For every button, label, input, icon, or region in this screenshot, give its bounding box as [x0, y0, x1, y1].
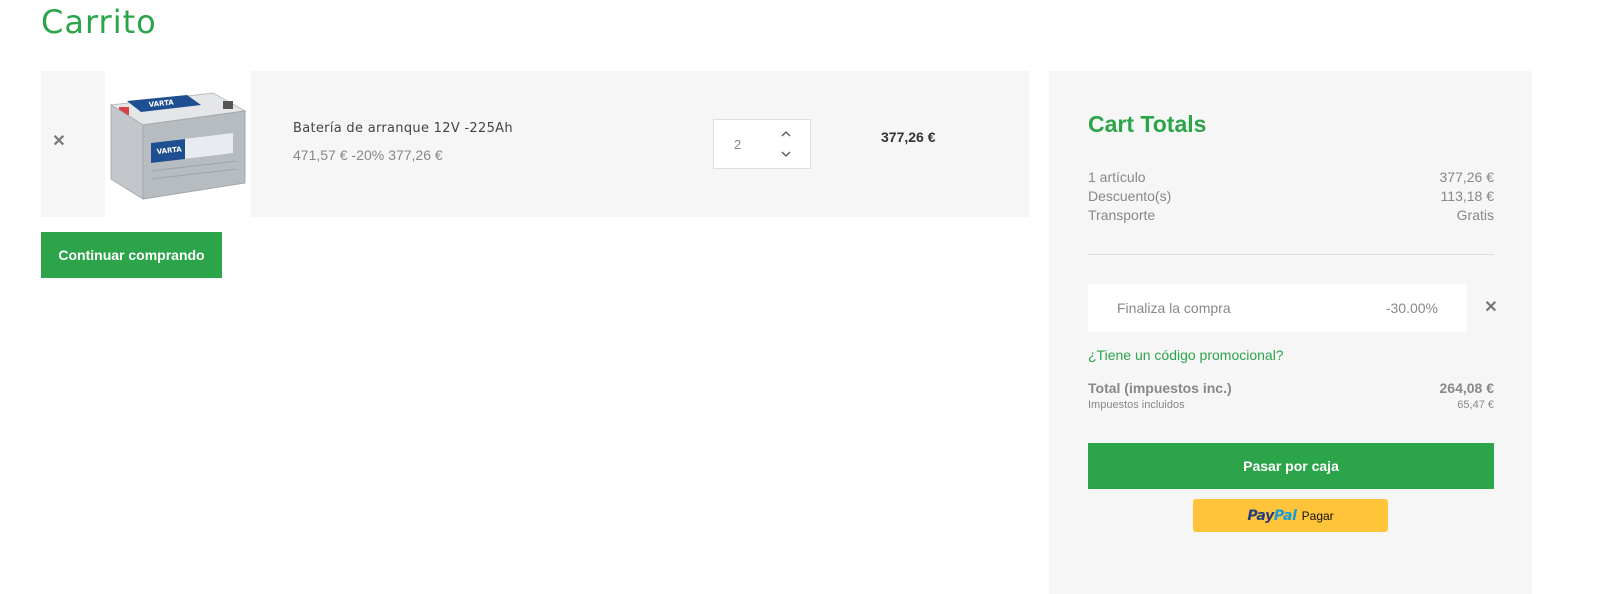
- page-title: Carrito: [41, 3, 157, 41]
- line-total: 377,26 €: [881, 129, 936, 145]
- chevron-up-icon: [781, 131, 791, 137]
- total-value: 264,08 €: [1439, 380, 1495, 396]
- chevron-down-icon: [781, 151, 791, 157]
- close-icon: ✕: [52, 133, 66, 150]
- summary-value: 377,26 €: [1439, 169, 1495, 185]
- paypal-label: Pagar: [1301, 508, 1334, 523]
- total-row: Total (impuestos inc.) 264,08 €: [1088, 380, 1494, 396]
- remove-item-button[interactable]: ✕: [49, 131, 69, 151]
- paypal-button[interactable]: PayPal Pagar: [1193, 499, 1388, 532]
- total-label: Total (impuestos inc.): [1088, 380, 1232, 396]
- divider: [1088, 254, 1494, 255]
- current-price: 377,26 €: [388, 147, 443, 163]
- voucher-name: Finaliza la compra: [1117, 300, 1231, 316]
- summary-label: Descuento(s): [1088, 188, 1172, 204]
- voucher-amount: -30.00%: [1385, 300, 1438, 316]
- paypal-logo-light: Pal: [1273, 507, 1297, 524]
- quantity-increase-button[interactable]: [776, 125, 796, 143]
- battery-image: VARTA VARTA: [109, 92, 247, 200]
- summary-value: 113,18 €: [1440, 188, 1494, 204]
- paypal-logo: PayPal: [1247, 507, 1297, 524]
- paypal-logo-dark: Pay: [1247, 507, 1274, 524]
- quantity-stepper: [713, 119, 811, 169]
- summary-label: Transporte: [1088, 207, 1156, 223]
- quantity-input[interactable]: [714, 120, 774, 168]
- product-name[interactable]: Batería de arranque 12V -225Ah: [293, 121, 513, 136]
- applied-voucher: Finaliza la compra -30.00%: [1088, 284, 1467, 332]
- regular-price: 471,57 €: [293, 147, 348, 163]
- remove-voucher-button[interactable]: ✕: [1481, 297, 1501, 317]
- continue-shopping-button[interactable]: Continuar comprando: [41, 232, 222, 278]
- promo-code-link[interactable]: ¿Tiene un código promocional?: [1088, 347, 1284, 363]
- summary-value: Gratis: [1456, 207, 1494, 223]
- tax-row: Impuestos incluidos 65,47 €: [1088, 399, 1494, 411]
- quantity-decrease-button[interactable]: [776, 145, 796, 163]
- summary-row-items: 1 artículo 377,26 €: [1088, 168, 1494, 187]
- cart-page: Carrito ✕ VARTA VARTA Batería de arranqu…: [0, 0, 1601, 594]
- close-icon: ✕: [1484, 299, 1498, 316]
- summary-row-discounts: Descuento(s) 113,18 €: [1088, 187, 1494, 206]
- tax-label: Impuestos incluidos: [1088, 399, 1185, 411]
- product-prices: 471,57 € -20% 377,26 €: [293, 147, 447, 163]
- summary-label: 1 artículo: [1088, 169, 1146, 185]
- tax-value: 65,47 €: [1457, 399, 1494, 411]
- product-image[interactable]: VARTA VARTA: [105, 71, 251, 217]
- cart-item: ✕ VARTA VARTA Batería de arranque 12V -2…: [41, 71, 1029, 217]
- cart-totals-panel: Cart Totals 1 artículo 377,26 € Descuent…: [1049, 71, 1532, 594]
- discount-badge: -20%: [351, 147, 385, 163]
- summary-row-shipping: Transporte Gratis: [1088, 206, 1494, 225]
- checkout-button[interactable]: Pasar por caja: [1088, 443, 1494, 489]
- cart-totals-title: Cart Totals: [1088, 111, 1207, 137]
